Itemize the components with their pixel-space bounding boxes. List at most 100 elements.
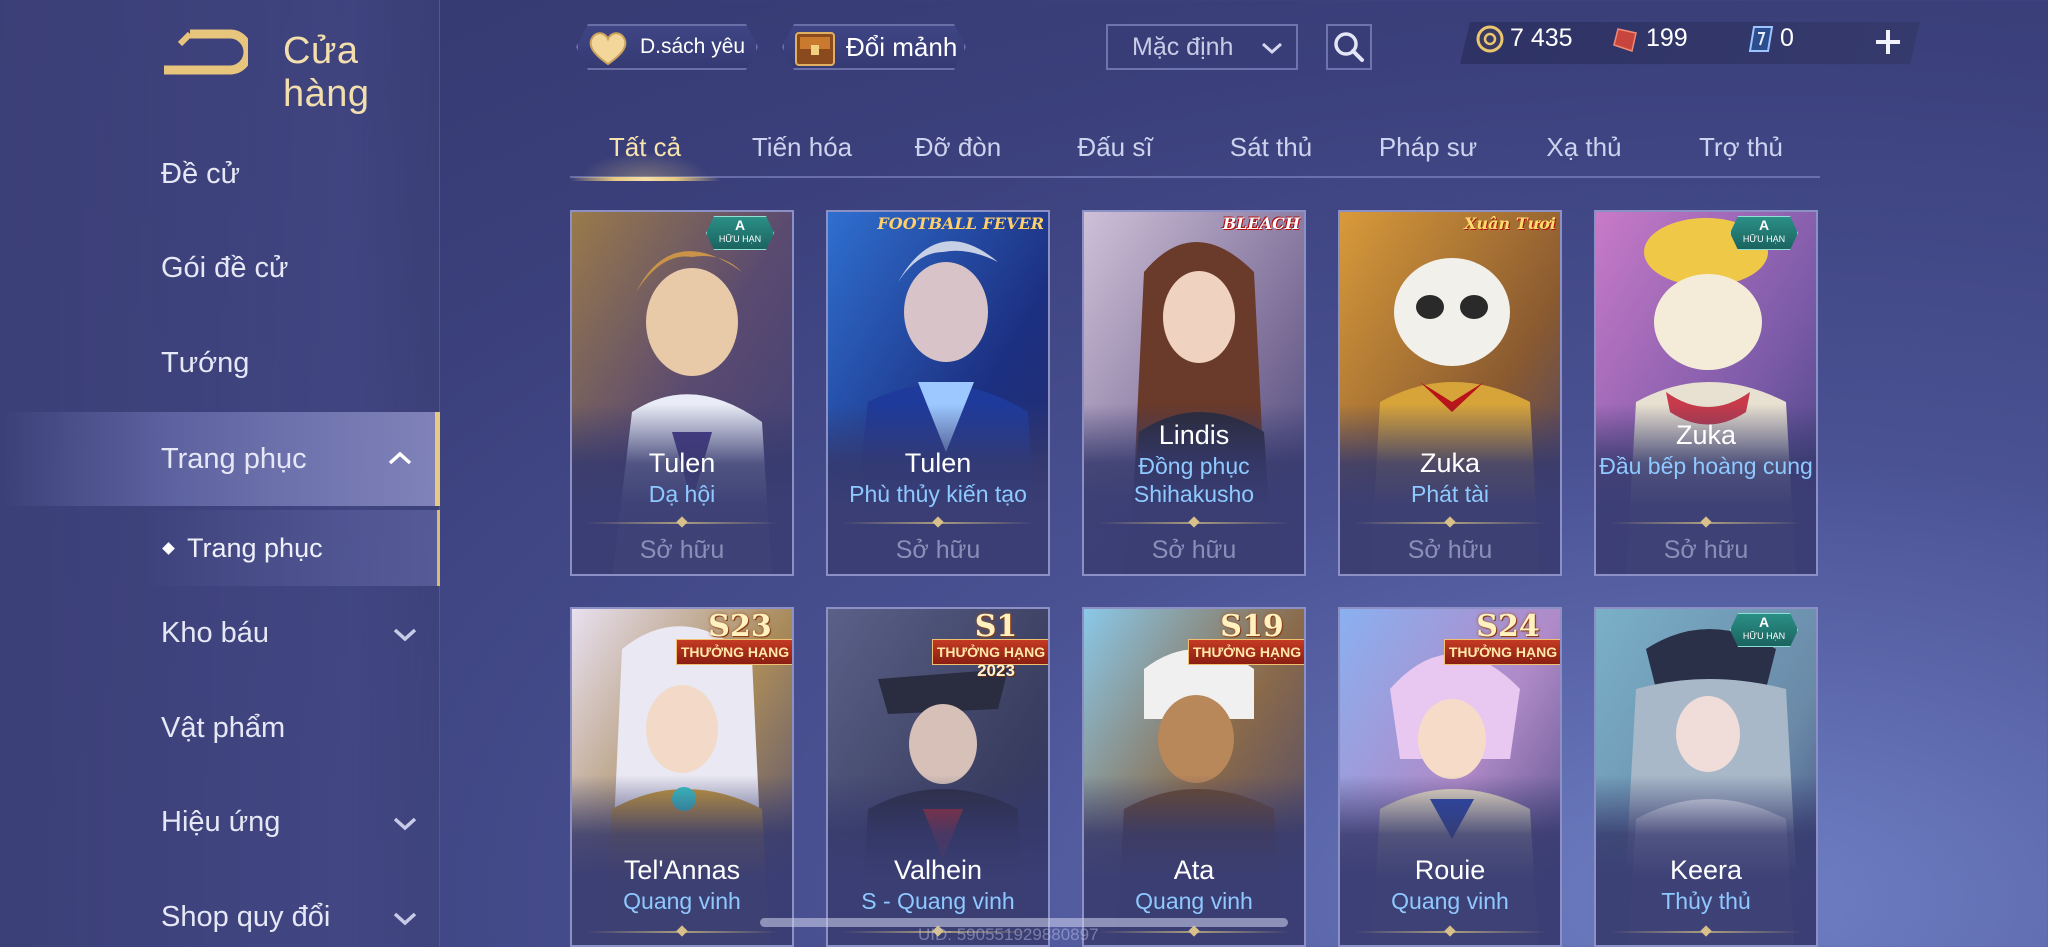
skin-name: Quang vinh: [623, 888, 741, 914]
skin-card[interactable]: A HỮU HẠN Zuka Đầu bếp hoàng cung Sở hữu: [1594, 210, 1818, 576]
skin-name: Thủy thủ: [1661, 888, 1751, 914]
sidebar-item-label: Hiệu ứng: [161, 805, 281, 838]
tab-mage[interactable]: Pháp sư: [1353, 124, 1503, 178]
add-currency-button[interactable]: [1870, 24, 1906, 60]
sort-dropdown[interactable]: Mặc định: [1106, 24, 1298, 70]
back-button[interactable]: [160, 28, 253, 78]
sidebar-item-label: Gói đề cử: [161, 251, 289, 284]
hero-name: Tulen: [648, 448, 716, 478]
skin-card[interactable]: S19 THƯỞNG HẠNG Ata Quang vinh: [1082, 607, 1306, 947]
sidebar-subitem-skins[interactable]: Trang phục: [140, 510, 440, 586]
diamond-bullet-icon: [162, 541, 175, 555]
skin-name: S - Quang vinh: [861, 888, 1015, 914]
sidebar-item-recommended[interactable]: Đề cử: [0, 138, 440, 210]
hero-name: Valhein: [893, 855, 983, 885]
skin-name: Phát tài: [1411, 481, 1489, 507]
rank-reward-badge: S1 THƯỞNG HẠNG 2023: [926, 609, 1048, 680]
skin-card[interactable]: Xuân Tươi Zuka Phát tài Sở hữu: [1338, 210, 1562, 576]
sidebar-item-label: Shop quy đổi: [161, 900, 331, 933]
voucher-amount: 199: [1646, 24, 1688, 52]
rank-reward-badge: S23 THƯỞNG HẠNG: [670, 609, 792, 669]
exchange-shards-button[interactable]: Đổi mảnh: [782, 24, 966, 70]
skin-card[interactable]: A HỮU HẠN Tulen Dạ hội Sở hữu: [570, 210, 794, 576]
chevron-down-icon: [393, 912, 417, 926]
user-id: UID: 590551929880897: [918, 925, 1099, 944]
currency-gold: 7 435: [1476, 24, 1573, 53]
hero-name: Keera: [1669, 855, 1743, 885]
sidebar-item-skins[interactable]: Trang phục: [0, 412, 440, 506]
tab-marksman[interactable]: Xạ thủ: [1509, 124, 1659, 178]
sidebar-item-exchange-shop[interactable]: Shop quy đổi: [0, 881, 440, 947]
hero-name: Rouie: [1414, 855, 1486, 885]
skin-card[interactable]: FOOTBALL FEVER Tulen Phù thủy kiến tạo S…: [826, 210, 1050, 576]
skin-card[interactable]: S23 THƯỞNG HẠNG Tel'Annas Quang vinh: [570, 607, 794, 947]
sidebar-item-heroes[interactable]: Tướng: [0, 327, 440, 399]
page-title: Cửa hàng: [283, 30, 370, 115]
sidebar-item-recommended-bundles[interactable]: Gói đề cử: [0, 232, 440, 304]
sidebar-item-label: Vật phẩm: [161, 711, 286, 744]
tab-evolution[interactable]: Tiến hóa: [727, 124, 877, 178]
owned-status: Sở hữu: [1151, 536, 1237, 564]
owned-status: Sở hữu: [1407, 536, 1493, 564]
skin-name: Quang vinh: [1135, 888, 1253, 914]
rank-reward-badge: S24 THƯỞNG HẠNG: [1438, 609, 1560, 669]
sort-value: Mặc định: [1132, 32, 1234, 61]
owned-status: Sở hữu: [639, 536, 725, 564]
favorites-label: D.sách yêu: [640, 35, 746, 58]
hero-name: Ata: [1173, 855, 1215, 885]
sidebar: Cửa hàng Đề cử Gói đề cử Tướng Trang phụ…: [0, 0, 440, 947]
exchange-shards-label: Đổi mảnh: [846, 31, 958, 62]
tab-all[interactable]: Tất cả: [570, 124, 720, 181]
currency-voucher: 199: [1612, 24, 1688, 53]
ticket-icon: [1748, 25, 1774, 52]
heart-icon: [586, 29, 630, 67]
favorites-button[interactable]: D.sách yêu: [576, 24, 758, 70]
back-arrow-icon: [164, 29, 253, 75]
category-tabs: Tất cả Tiến hóa Đỡ đòn Đấu sĩ Sát thủ Ph…: [570, 124, 1820, 181]
sidebar-item-items[interactable]: Vật phẩm: [0, 692, 440, 764]
sidebar-item-label: Tướng: [161, 346, 250, 379]
owned-status: Sở hữu: [1663, 536, 1749, 564]
skin-card[interactable]: S24 THƯỞNG HẠNG Rouie Quang vinh: [1338, 607, 1562, 947]
chevron-down-icon: [393, 628, 417, 642]
currency-ticket: 0: [1748, 24, 1794, 53]
sidebar-item-treasure[interactable]: Kho báu: [0, 597, 440, 669]
skin-name: Quang vinh: [1391, 888, 1509, 914]
hero-name: Zuka: [1675, 420, 1737, 450]
gold-amount: 7 435: [1510, 24, 1573, 52]
ticket-amount: 0: [1780, 24, 1794, 52]
sidebar-item-label: Trang phục: [161, 442, 307, 475]
tab-assassin[interactable]: Sát thủ: [1196, 124, 1346, 178]
sidebar-subitem-label: Trang phục: [187, 532, 323, 563]
event-badge: Xuân Tươi: [1464, 214, 1556, 233]
limited-badge: A HỮU HẠN: [706, 216, 774, 250]
skin-card[interactable]: S1 THƯỞNG HẠNG 2023 Valhein S - Quang vi…: [826, 607, 1050, 947]
voucher-icon: [1613, 27, 1637, 52]
sidebar-item-label: Kho báu: [161, 616, 270, 649]
hero-name: Tulen: [904, 448, 972, 478]
rank-reward-badge: S19 THƯỞNG HẠNG: [1182, 609, 1304, 669]
sidebar-item-label: Đề cử: [161, 157, 241, 190]
skin-card[interactable]: BLEACH Lindis Đồng phục Shihakusho Sở hữ…: [1082, 210, 1306, 576]
limited-badge: A HỮU HẠN: [1730, 613, 1798, 647]
tab-support[interactable]: Trợ thủ: [1666, 124, 1816, 178]
hero-name: Zuka: [1419, 448, 1481, 478]
treasure-chest-icon: [792, 29, 838, 69]
gold-coin-icon: [1476, 25, 1504, 52]
tab-fighter[interactable]: Đấu sĩ: [1040, 124, 1190, 178]
sidebar-item-effects[interactable]: Hiệu ứng: [0, 786, 440, 858]
hero-name: Tel'Annas: [623, 855, 741, 885]
skin-name: Đầu bếp hoàng cung: [1599, 453, 1813, 479]
limited-badge: A HỮU HẠN: [1730, 216, 1798, 250]
event-badge: BLEACH: [1222, 214, 1300, 233]
search-icon: [1334, 32, 1364, 62]
hero-name: Lindis: [1158, 420, 1230, 450]
search-button[interactable]: [1326, 24, 1372, 70]
tab-tank[interactable]: Đỡ đòn: [883, 124, 1033, 178]
skin-name: Dạ hội: [648, 481, 716, 507]
skin-name: Phù thủy kiến tạo: [849, 481, 1027, 507]
skin-name: Đồng phục Shihakusho: [1133, 453, 1255, 507]
plus-icon: [1876, 30, 1900, 54]
chevron-down-icon: [393, 817, 417, 831]
skin-card[interactable]: A HỮU HẠN Keera Thủy thủ: [1594, 607, 1818, 947]
